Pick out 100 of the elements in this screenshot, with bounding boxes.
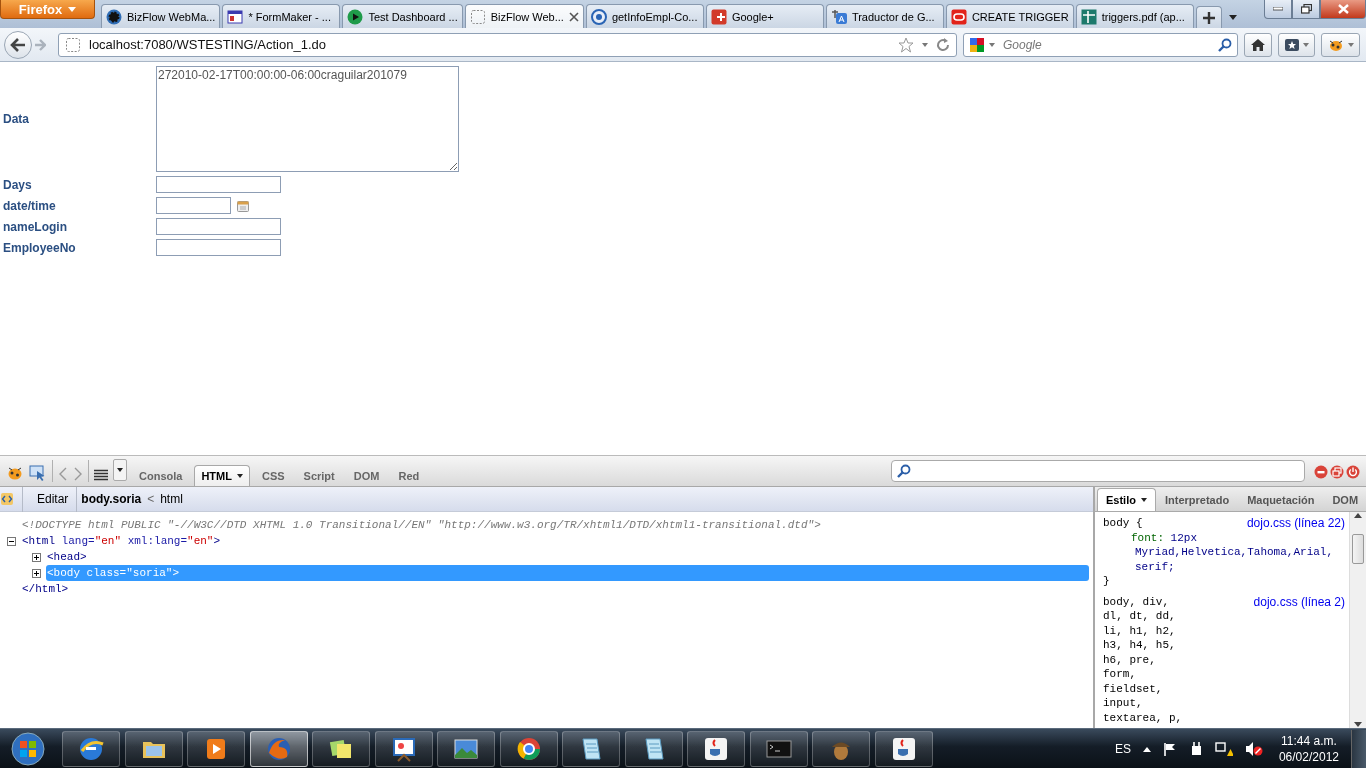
browser-tab[interactable]: BizFlow Web...: [464, 4, 584, 28]
text-field[interactable]: [156, 176, 281, 193]
taskbar-button[interactable]: [562, 730, 620, 767]
browser-tab[interactable]: triggers.pdf (ap...: [1075, 4, 1194, 28]
grid-icon: [1080, 8, 1097, 25]
side-panel-tab[interactable]: Estilo: [1097, 488, 1156, 511]
search-field[interactable]: [891, 460, 1305, 482]
panel-tab[interactable]: HTML: [194, 465, 250, 486]
edit-button[interactable]: Editar: [22, 486, 78, 512]
css-selector: li, h1, h2,: [1103, 623, 1176, 638]
date-field[interactable]: [156, 197, 231, 214]
star-icon[interactable]: [898, 36, 914, 53]
browser-tab[interactable]: getInfoEmpl-Co...: [585, 4, 704, 28]
breadcrumb-item[interactable]: html: [156, 492, 187, 506]
back-button[interactable]: [4, 30, 32, 59]
source-icon[interactable]: [0, 492, 14, 506]
search-icon[interactable]: [1218, 37, 1232, 52]
flag-icon[interactable]: [1162, 741, 1177, 756]
firebug-button[interactable]: [1321, 32, 1360, 57]
minimize-button[interactable]: [1264, 0, 1292, 19]
text-field[interactable]: [156, 239, 281, 256]
panel-tab[interactable]: DOM: [346, 465, 387, 486]
panel-tab[interactable]: Red: [391, 465, 427, 486]
menu-icon[interactable]: [94, 469, 108, 481]
text-field[interactable]: [156, 218, 281, 235]
circle-icon: [590, 8, 607, 25]
panel-tab[interactable]: CSS: [254, 465, 292, 486]
taskbar-button[interactable]: [437, 730, 495, 767]
network-warning-icon[interactable]: [1214, 740, 1233, 757]
close-button[interactable]: [1320, 0, 1366, 19]
power-icon[interactable]: [1346, 465, 1360, 479]
detach-icon[interactable]: [1330, 465, 1344, 479]
panel-tab[interactable]: Script: [296, 465, 342, 486]
clock[interactable]: 11:44 a.m. 06/02/2012: [1278, 732, 1339, 765]
dropdown-icon[interactable]: [922, 42, 928, 47]
collapse-icon[interactable]: [7, 536, 16, 546]
css-selector: textarea, p,: [1103, 710, 1183, 725]
start-button[interactable]: [8, 729, 48, 768]
bookmarks-button[interactable]: [1278, 32, 1315, 57]
taskbar-button[interactable]: [874, 730, 933, 767]
caret-icon: [68, 6, 77, 12]
start-orb-icon: [11, 731, 45, 766]
side-panel-tab[interactable]: Maquetación: [1238, 488, 1324, 511]
calendar-icon[interactable]: [237, 199, 249, 212]
css-selector: dl, dt, dd,: [1103, 609, 1176, 624]
window-icon: [227, 8, 244, 25]
address-bar[interactable]: localhost:7080/WSTESTING/Action_1.do: [58, 32, 957, 57]
scrollbar-thumb[interactable]: [1352, 534, 1364, 564]
taskbar-button[interactable]: [374, 730, 433, 767]
markup-line[interactable]: <head>: [46, 549, 88, 565]
breadcrumb-separator: <: [146, 492, 156, 506]
taskbar-button[interactable]: [624, 730, 683, 767]
minimize-icon: [1273, 7, 1283, 11]
restore-button[interactable]: [1292, 0, 1320, 19]
panel-tab[interactable]: Consola: [132, 465, 190, 486]
browser-tab[interactable]: Google+: [705, 4, 824, 28]
browser-tab[interactable]: * FormMaker - ...: [222, 4, 341, 28]
side-panel-tab[interactable]: DOM: [1323, 488, 1366, 511]
data-field[interactable]: 272010-02-17T00:00:00-06:00craguilar201079: [156, 66, 459, 172]
speaker-muted-icon[interactable]: [1244, 740, 1263, 757]
taskbar-button[interactable]: [312, 730, 370, 767]
taskbar-button[interactable]: [499, 730, 558, 767]
close-icon[interactable]: [568, 11, 579, 22]
taskbar-button[interactable]: [687, 730, 745, 767]
browser-tab[interactable]: Test Dashboard ...: [342, 4, 463, 28]
markup-line[interactable]: <!DOCTYPE html PUBLIC "-//W3C//DTD XHTML 1.0 Transitional//EN" "http://www.w3.org/TR/xhtml1/DTD/xhtml1-transitional.dtd">: [21, 517, 822, 533]
closing-brace: }: [1103, 574, 1110, 589]
source-link[interactable]: dojo.css (línea 2): [1253, 594, 1345, 609]
taskbar-button[interactable]: [187, 730, 245, 767]
bug-icon[interactable]: [6, 465, 24, 481]
new-tab-button[interactable]: [1195, 6, 1222, 28]
markup-line[interactable]: </html>: [21, 581, 70, 597]
markup-line[interactable]: <html lang="en" xml:lang="en">: [21, 533, 222, 549]
css-selector: body, div,: [1103, 594, 1169, 609]
taskbar-button[interactable]: [249, 730, 308, 767]
reload-icon[interactable]: [936, 37, 950, 52]
search-icon: [897, 464, 911, 478]
blank-page-icon: [65, 36, 81, 53]
blank-page-icon: [469, 8, 486, 25]
dropdown-button[interactable]: [113, 459, 127, 481]
field-label: Data: [3, 112, 29, 126]
search-field[interactable]: Google: [963, 32, 1238, 57]
breadcrumb-item[interactable]: body.soria: [77, 492, 146, 506]
browser-tab[interactable]: CREATE TRIGGER: [945, 4, 1074, 28]
language-indicator[interactable]: ES: [1114, 741, 1131, 756]
expand-icon[interactable]: [32, 552, 41, 562]
taskbar-button[interactable]: [62, 730, 120, 767]
browser-tab[interactable]: BizFlow WebMa...: [101, 4, 221, 28]
home-button[interactable]: [1244, 32, 1272, 57]
browser-tab[interactable]: Traductor de G...: [825, 4, 944, 28]
source-link[interactable]: dojo.css (línea 22): [1246, 516, 1345, 530]
field-label: nameLogin: [3, 219, 67, 234]
show-hidden-icon[interactable]: [1142, 745, 1151, 752]
taskbar-button[interactable]: [124, 730, 183, 767]
minimize-icon[interactable]: [1314, 465, 1328, 479]
ring-icon: [950, 8, 967, 25]
expand-icon[interactable]: [32, 568, 41, 578]
inspect-icon[interactable]: [29, 465, 47, 481]
side-panel-tab[interactable]: Interpretado: [1155, 488, 1239, 511]
gear-icon: [106, 8, 122, 25]
